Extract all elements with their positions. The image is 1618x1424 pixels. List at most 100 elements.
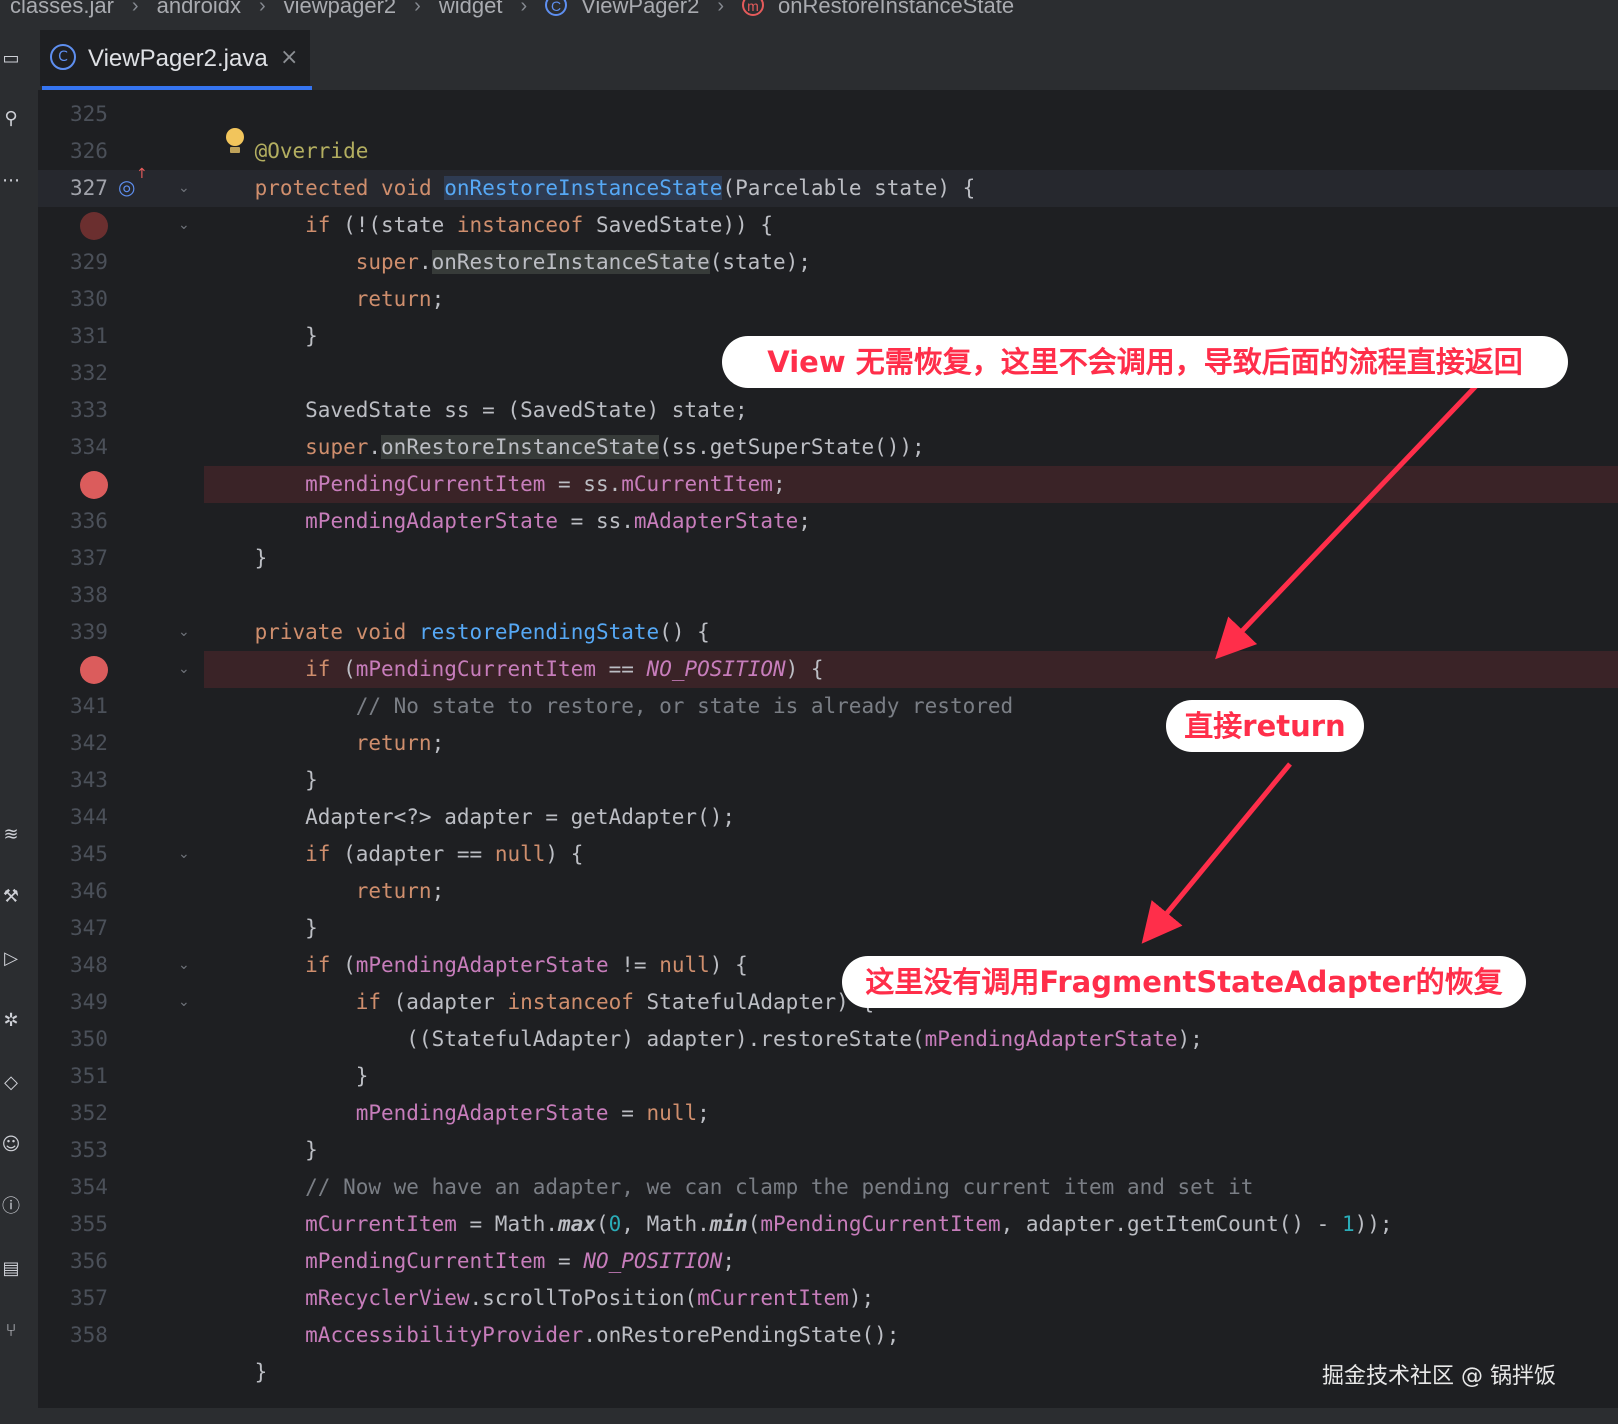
code-line: private void restorePendingState() {	[254, 620, 710, 644]
chevron-down-icon[interactable]: ⌄	[178, 659, 190, 679]
line-number: 348	[70, 953, 108, 977]
code-line: protected void onRestoreInstanceState(Pa…	[254, 176, 976, 200]
code-line: }	[204, 916, 318, 940]
breakpoint-icon[interactable]	[80, 471, 108, 499]
code-line: Adapter<?> adapter = getAdapter();	[204, 805, 736, 829]
chevron-down-icon[interactable]: ⌄	[178, 955, 190, 975]
line-number: 347	[70, 916, 108, 940]
arrow-up-icon: ↑	[136, 166, 148, 182]
line-number: 341	[70, 694, 108, 718]
code-line: }	[204, 1360, 268, 1384]
structure-icon[interactable]: ⚲	[0, 108, 22, 130]
code-line: }	[204, 1064, 369, 1088]
code-line: super.onRestoreInstanceState(ss.getSuper…	[305, 435, 925, 459]
line-number: 353	[70, 1138, 108, 1162]
class-icon: C	[50, 44, 76, 70]
build-icon[interactable]: ⚒	[0, 886, 22, 908]
line-number: 337	[70, 546, 108, 570]
line-number: 357	[70, 1286, 108, 1310]
code-line: if (mPendingAdapterState != null) {	[305, 953, 748, 977]
line-number: 329	[70, 250, 108, 274]
code-line: SavedState ss = (SavedState) state;	[204, 398, 748, 422]
breadcrumb-item-class[interactable]: ViewPager2	[581, 0, 699, 20]
chevron-down-icon[interactable]: ⌄	[178, 215, 190, 235]
code-editor[interactable]: @Override protected void onRestoreInstan…	[204, 90, 1618, 1408]
chevron-right-icon: ›	[520, 0, 528, 17]
code-line: }	[204, 1138, 318, 1162]
terminal-icon[interactable]: ▤	[0, 1258, 22, 1280]
code-line: if (mPendingCurrentItem == NO_POSITION) …	[305, 657, 824, 681]
line-number: 349	[70, 990, 108, 1014]
tab-viewpager2-java[interactable]: C ViewPager2.java ×	[40, 30, 312, 91]
problems-icon[interactable]: ⓘ	[0, 1196, 22, 1218]
annotation-fragment-adapter-not-restored: 这里没有调用FragmentStateAdapter的恢复	[842, 956, 1526, 1008]
line-number: 333	[70, 398, 108, 422]
breadcrumb-item-androidx[interactable]: androidx	[157, 0, 241, 20]
breadcrumb-item-method[interactable]: onRestoreInstanceState	[778, 0, 1014, 20]
code-line: return;	[355, 879, 445, 903]
breadcrumb-item-viewpager2[interactable]: viewpager2	[284, 0, 397, 20]
line-number: 326	[70, 139, 108, 163]
line-number: 342	[70, 731, 108, 755]
chevron-right-icon: ›	[131, 0, 139, 17]
code-line: }	[204, 324, 318, 348]
line-number: 346	[70, 879, 108, 903]
git-icon[interactable]: ⑂	[0, 1320, 22, 1342]
chevron-down-icon[interactable]: ⌄	[178, 178, 190, 198]
line-number: 343	[70, 768, 108, 792]
line-number: 345	[70, 842, 108, 866]
editor-tab-bar: C ViewPager2.java ×	[38, 28, 1618, 91]
line-number: 331	[70, 324, 108, 348]
breakpoint-icon[interactable]	[80, 212, 108, 240]
tool-window-strip: ▭ ⚲ ⋯ ≋ ⚒ ▷ ✲ ◇ ☺ ⓘ ▤ ⑂	[0, 28, 39, 1408]
chevron-down-icon[interactable]: ⌄	[178, 844, 190, 864]
debug-icon[interactable]: ✲	[0, 1010, 22, 1032]
breadcrumb: classes.jar › androidx › viewpager2 › widget › C…	[0, 0, 1618, 28]
code-line: // No state to restore, or state is alre…	[355, 694, 1014, 718]
code-line: if (!(state instanceof SavedState)) {	[305, 213, 773, 237]
cat-icon[interactable]: ☺	[0, 1134, 22, 1156]
tab-label: ViewPager2.java	[88, 45, 268, 72]
run-icon[interactable]: ▷	[0, 948, 22, 970]
line-number: 330	[70, 287, 108, 311]
line-number: 356	[70, 1249, 108, 1273]
breadcrumb-item-jar[interactable]: classes.jar	[10, 0, 114, 20]
gem-icon[interactable]: ◇	[0, 1072, 22, 1094]
editor-gutter: 325 326 327 ◎ ↑ ⌄ ⌄ 329 330 331 332 333 3…	[38, 90, 205, 1408]
chevron-right-icon: ›	[414, 0, 421, 17]
annotation-direct-return: 直接return	[1166, 700, 1364, 752]
breadcrumb-item-widget[interactable]: widget	[439, 0, 503, 20]
code-line: mPendingAdapterState = ss.mAdapterState;	[305, 509, 811, 533]
method-icon: m	[742, 0, 765, 16]
status-bar	[0, 1408, 1618, 1424]
code-line: if (adapter == null) {	[305, 842, 584, 866]
override-icon[interactable]: ◎	[118, 172, 135, 202]
chevron-down-icon[interactable]: ⌄	[178, 992, 190, 1012]
chevron-down-icon[interactable]: ⌄	[178, 622, 190, 642]
breakpoint-icon[interactable]	[80, 656, 108, 684]
more-icon[interactable]: ⋯	[0, 170, 22, 192]
folder-icon[interactable]: ▭	[0, 48, 22, 70]
close-icon[interactable]: ×	[280, 44, 298, 72]
code-line: if (adapter instanceof StatefulAdapter) …	[355, 990, 875, 1014]
code-line: super.onRestoreInstanceState(state);	[355, 250, 811, 274]
code-line: // Now we have an adapter, we can clamp …	[305, 1175, 1254, 1199]
line-number: 358	[70, 1323, 108, 1347]
line-number: 334	[70, 435, 108, 459]
annotation-no-restore-needed: View 无需恢复，这里不会调用，导致后面的流程直接返回	[722, 336, 1568, 388]
chevron-right-icon: ›	[258, 0, 266, 17]
line-number: 325	[70, 102, 108, 126]
line-number: 336	[70, 509, 108, 533]
code-line: mPendingCurrentItem = NO_POSITION;	[305, 1249, 736, 1273]
code-line: return;	[355, 731, 445, 755]
code-line: mAccessibilityProvider.onRestorePendingS…	[305, 1323, 900, 1347]
layers-icon[interactable]: ≋	[0, 824, 22, 846]
code-line: @Override	[254, 139, 369, 163]
line-number: 355	[70, 1212, 108, 1236]
code-line: return;	[355, 287, 445, 311]
line-number: 352	[70, 1101, 108, 1125]
code-line: }	[204, 768, 318, 792]
code-line: mCurrentItem = Math.max(0, Math.min(mPen…	[305, 1212, 1393, 1236]
line-number: 338	[70, 583, 108, 607]
line-number: 350	[70, 1027, 108, 1051]
